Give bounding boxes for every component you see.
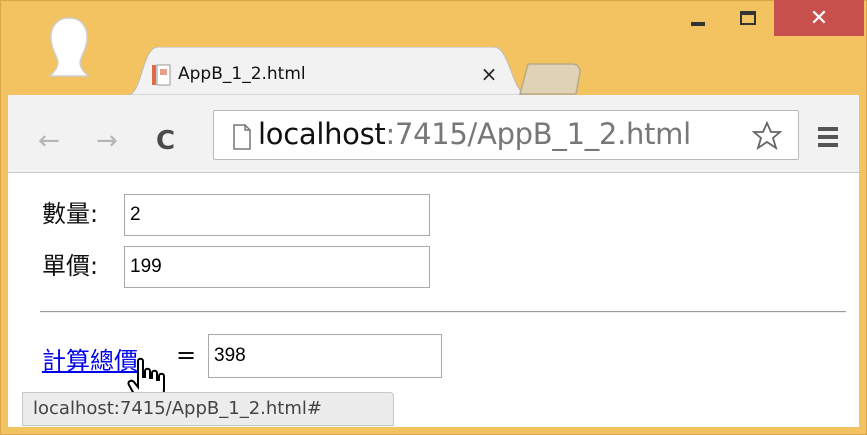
back-button[interactable]: ← bbox=[38, 126, 60, 156]
minimize-icon bbox=[691, 22, 705, 26]
price-row: 單價: bbox=[42, 246, 98, 281]
url-host: localhost bbox=[258, 117, 386, 151]
maximize-button[interactable] bbox=[726, 0, 770, 36]
equals-sign: = bbox=[176, 341, 197, 369]
page-favicon-icon bbox=[152, 64, 171, 86]
profile-avatar-icon[interactable] bbox=[44, 16, 94, 78]
quantity-input[interactable] bbox=[124, 194, 430, 236]
close-icon: ✕ bbox=[809, 5, 829, 31]
minimize-button[interactable] bbox=[676, 0, 720, 36]
quantity-label: 數量: bbox=[42, 200, 99, 228]
tab-title: AppB_1_2.html bbox=[178, 64, 306, 84]
reload-button[interactable]: C bbox=[156, 126, 175, 156]
bookmark-star-icon[interactable] bbox=[752, 121, 782, 151]
price-input[interactable] bbox=[124, 246, 430, 288]
total-input[interactable] bbox=[208, 334, 442, 378]
maximize-icon bbox=[740, 11, 756, 25]
price-label: 單價: bbox=[42, 252, 99, 280]
hamburger-icon bbox=[818, 127, 838, 147]
forward-button[interactable]: → bbox=[96, 126, 118, 156]
window-close-button[interactable]: ✕ bbox=[774, 0, 864, 36]
page-icon bbox=[233, 124, 251, 150]
status-bar: localhost:7415/AppB_1_2.html# bbox=[22, 392, 394, 426]
url-text[interactable]: localhost:7415/AppB_1_2.html bbox=[258, 117, 691, 151]
new-tab-button[interactable] bbox=[518, 62, 582, 96]
divider bbox=[40, 311, 846, 313]
menu-button[interactable] bbox=[818, 127, 838, 151]
calculate-total-link[interactable]: 計算總價 bbox=[42, 341, 138, 376]
tab-close-button[interactable]: × bbox=[478, 62, 500, 86]
url-path: :7415/AppB_1_2.html bbox=[385, 117, 691, 151]
quantity-row: 數量: bbox=[42, 194, 98, 229]
